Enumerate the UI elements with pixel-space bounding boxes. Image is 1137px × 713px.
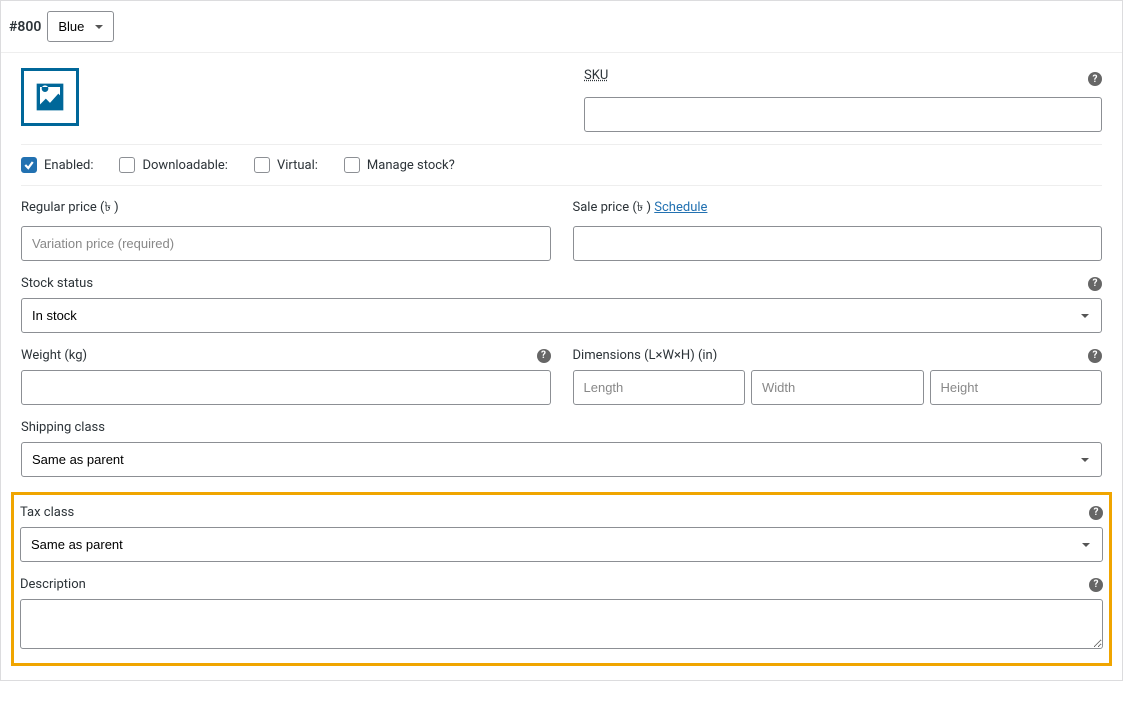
weight-input[interactable] [21, 370, 551, 405]
virtual-checkbox[interactable]: Virtual: [254, 157, 318, 173]
width-input[interactable] [751, 370, 924, 405]
variation-image-placeholder[interactable] [21, 68, 79, 126]
stock-status-label: Stock status [21, 276, 93, 291]
help-icon[interactable]: ? [537, 349, 551, 363]
description-label: Description [20, 577, 86, 592]
check-icon [23, 159, 35, 171]
variation-id: #800 [9, 19, 41, 35]
schedule-link[interactable]: Schedule [654, 200, 707, 215]
dimensions-label: Dimensions (L×W×H) (in) [573, 348, 718, 363]
height-input[interactable] [930, 370, 1103, 405]
highlighted-region: Tax class ? Same as parent Description ? [11, 492, 1112, 666]
help-icon[interactable]: ? [1088, 349, 1102, 363]
shipping-class-select[interactable]: Same as parent [21, 442, 1102, 477]
help-icon[interactable]: ? [1089, 506, 1103, 520]
image-icon [30, 77, 70, 117]
sale-price-input[interactable] [573, 226, 1103, 261]
tax-class-select[interactable]: Same as parent [20, 527, 1103, 562]
help-icon[interactable]: ? [1088, 277, 1102, 291]
enabled-checkbox[interactable]: Enabled: [21, 157, 93, 173]
help-icon[interactable]: ? [1088, 72, 1102, 86]
regular-price-label: Regular price (৳ ) [21, 198, 551, 219]
tax-class-label: Tax class [20, 505, 74, 520]
regular-price-input[interactable] [21, 226, 551, 261]
attribute-select[interactable]: Blue [47, 11, 114, 42]
sale-price-label: Sale price (৳ ) [573, 200, 652, 215]
description-textarea[interactable] [20, 599, 1103, 649]
shipping-class-label: Shipping class [21, 420, 1102, 435]
stock-status-select[interactable]: In stock [21, 298, 1102, 333]
manage-stock-checkbox[interactable]: Manage stock? [344, 157, 455, 173]
length-input[interactable] [573, 370, 746, 405]
sku-input[interactable] [584, 97, 1102, 132]
options-row: Enabled: Downloadable: Virtual: Manage s… [21, 157, 1102, 186]
sku-label: SKU [584, 68, 608, 83]
weight-label: Weight (kg) [21, 348, 87, 363]
variation-header: #800 Blue [1, 1, 1122, 53]
downloadable-checkbox[interactable]: Downloadable: [119, 157, 227, 173]
help-icon[interactable]: ? [1089, 578, 1103, 592]
